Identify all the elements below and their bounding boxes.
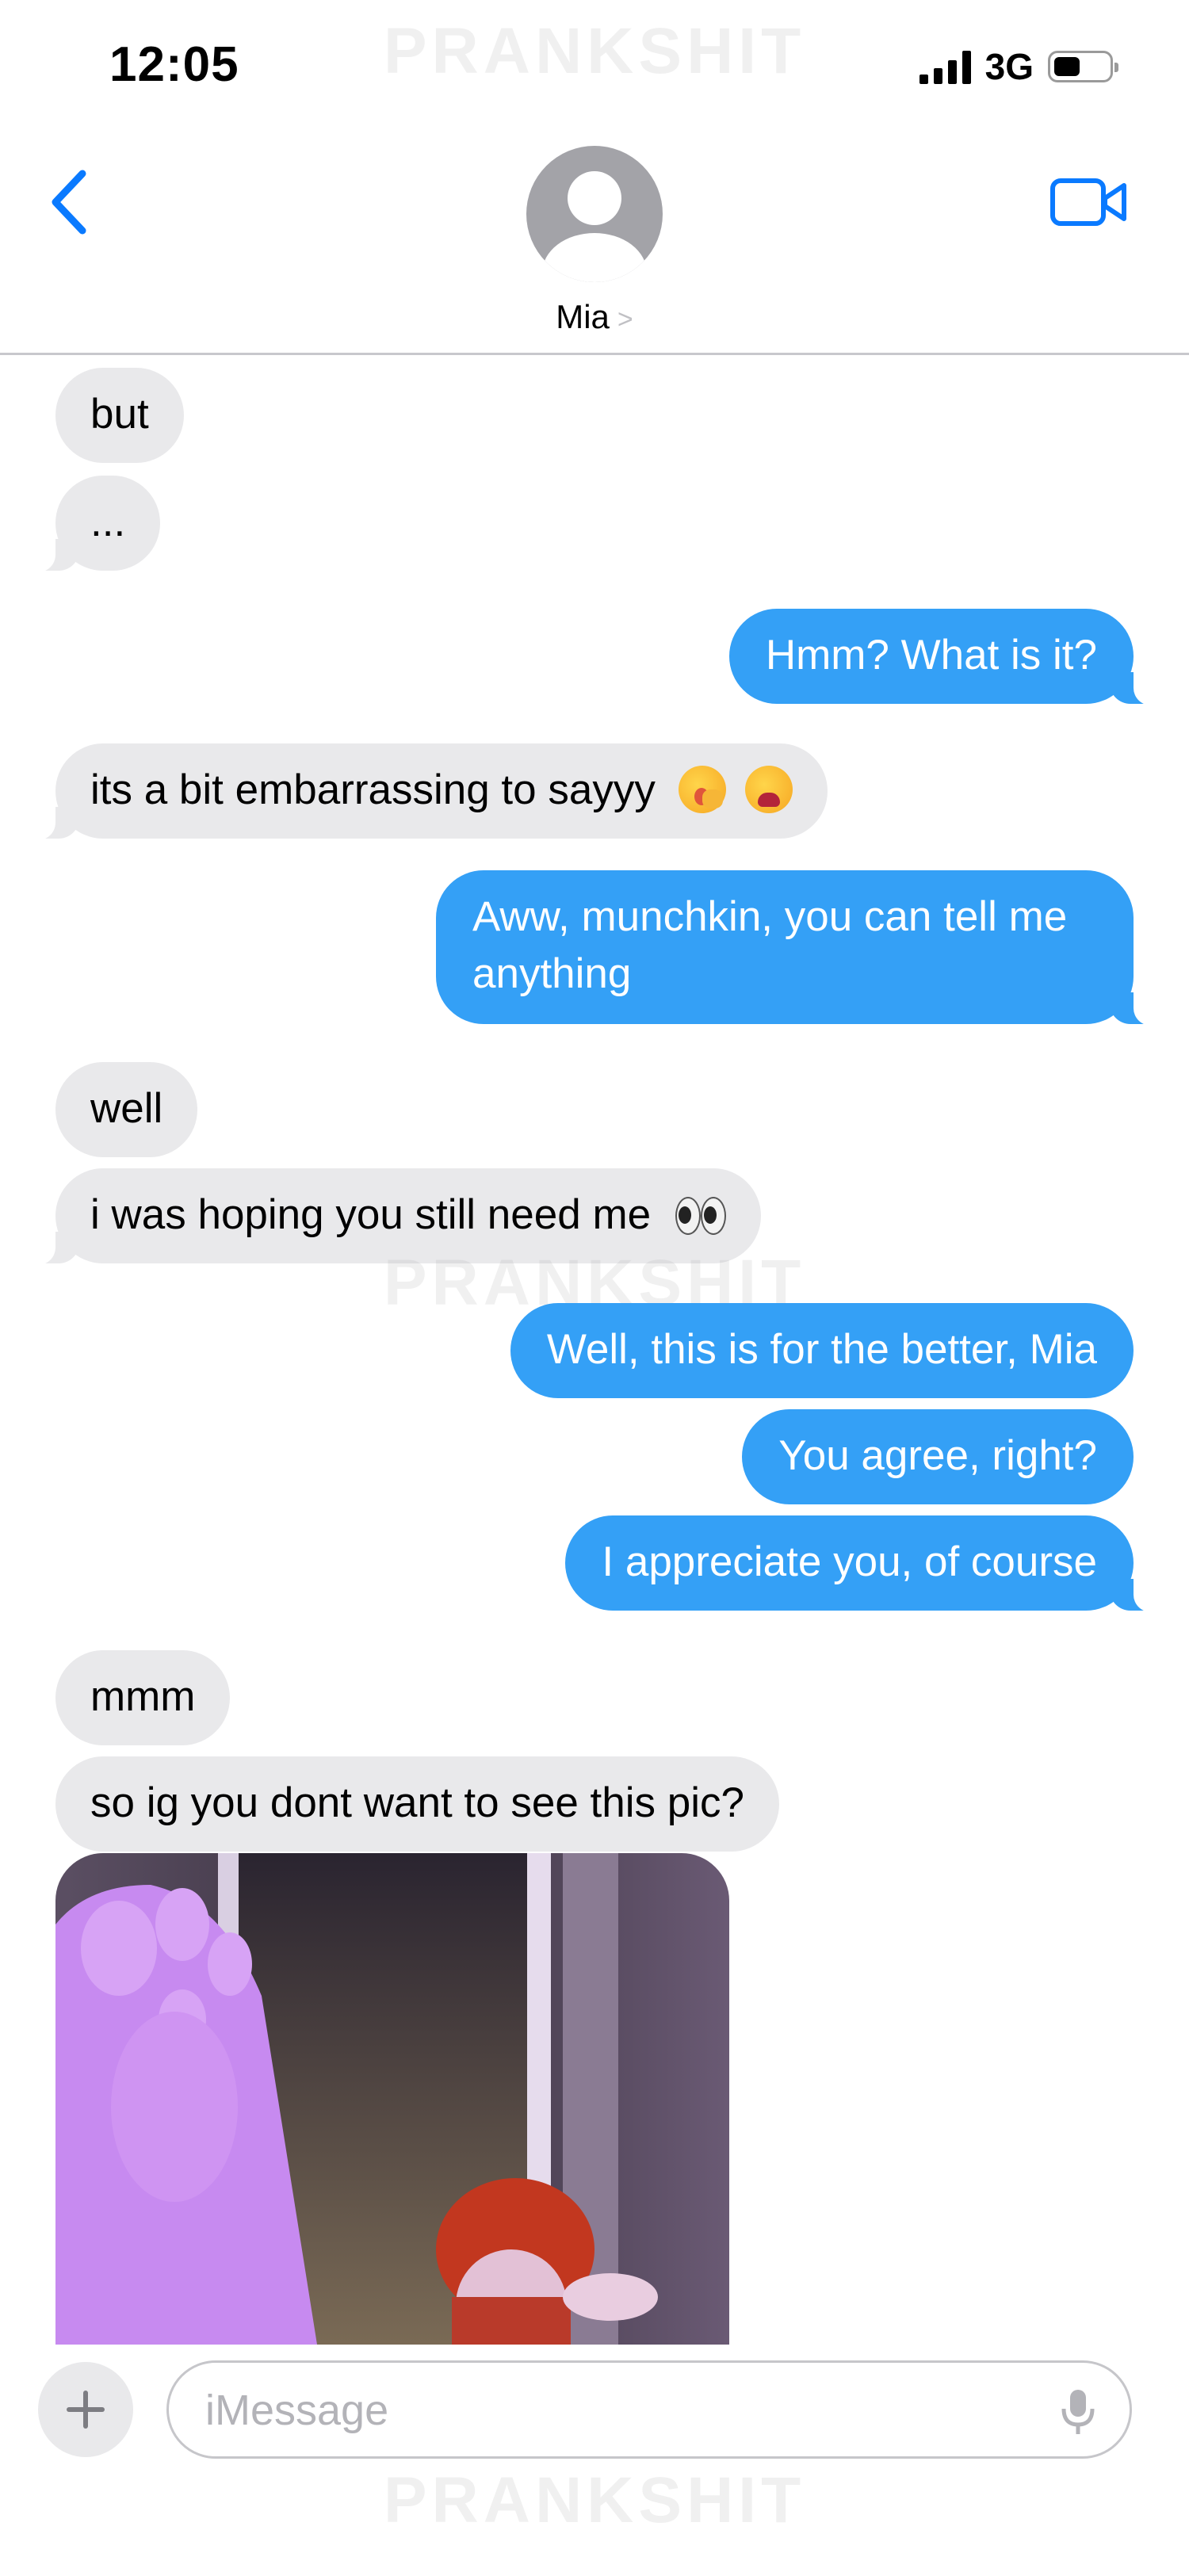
message-text: i was hoping you still need me <box>90 1191 652 1238</box>
message-text: You agree, right? <box>778 1432 1097 1479</box>
message-incoming[interactable]: well <box>55 1062 198 1157</box>
microphone-icon[interactable] <box>1058 2388 1098 2436</box>
contact-avatar[interactable] <box>526 146 663 282</box>
message-text: Well, this is for the better, Mia <box>546 1326 1097 1373</box>
message-text: so ig you dont want to see this pic? <box>90 1779 744 1826</box>
message-outgoing[interactable]: I appreciate you, of course <box>565 1515 1165 1612</box>
message-text: but <box>90 391 149 438</box>
message-image-attachment[interactable] <box>55 1853 729 2345</box>
message-text: Aww, munchkin, you can tell me anything <box>472 893 1068 997</box>
message-incoming[interactable]: mmm <box>55 1650 231 1745</box>
imessage-input[interactable] <box>204 2363 1000 2458</box>
attached-photo <box>55 1853 729 2345</box>
message-incoming[interactable]: but <box>55 368 184 463</box>
message-incoming[interactable]: its a bit embarrassing to sayyy <box>23 743 828 840</box>
apps-plus-button[interactable] <box>38 2362 133 2457</box>
message-outgoing[interactable]: Hmm? What is it? <box>728 609 1166 705</box>
back-button[interactable] <box>41 166 97 238</box>
message-incoming[interactable]: so ig you dont want to see this pic? <box>55 1756 779 1852</box>
message-incoming[interactable]: ... <box>23 476 161 572</box>
conversation-header: Mia > <box>0 135 1189 355</box>
face-with-hand-over-mouth-emoji <box>678 766 726 813</box>
message-outgoing[interactable]: You agree, right? <box>742 1409 1134 1504</box>
person-icon <box>542 171 647 282</box>
contact-name: Mia <box>556 298 610 335</box>
message-composer <box>0 2345 1189 2576</box>
watermark-bottom: PRANKSHIT <box>383 2464 806 2536</box>
chevron-left-icon <box>52 170 86 235</box>
message-text: its a bit embarrassing to sayyy <box>90 766 656 813</box>
watermark-top: PRANKSHIT <box>383 15 806 87</box>
chevron-right-icon: > <box>617 304 633 334</box>
contact-name-link[interactable]: Mia > <box>0 298 1189 336</box>
message-text: well <box>90 1085 163 1132</box>
plus-icon <box>67 2391 105 2429</box>
message-text: mmm <box>90 1673 196 1720</box>
weary-face-emoji <box>745 766 793 813</box>
imessage-input-container <box>166 2360 1132 2459</box>
message-text: I appreciate you, of course <box>602 1538 1097 1585</box>
message-text: Hmm? What is it? <box>765 632 1097 678</box>
facetime-video-button[interactable] <box>1049 174 1129 230</box>
message-outgoing[interactable]: Aww, munchkin, you can tell me anything <box>436 870 1165 1026</box>
message-text: ... <box>90 499 126 545</box>
message-outgoing[interactable]: Well, this is for the better, Mia <box>510 1303 1134 1398</box>
video-camera-icon <box>1050 178 1126 226</box>
eyes-emoji <box>674 1191 726 1238</box>
